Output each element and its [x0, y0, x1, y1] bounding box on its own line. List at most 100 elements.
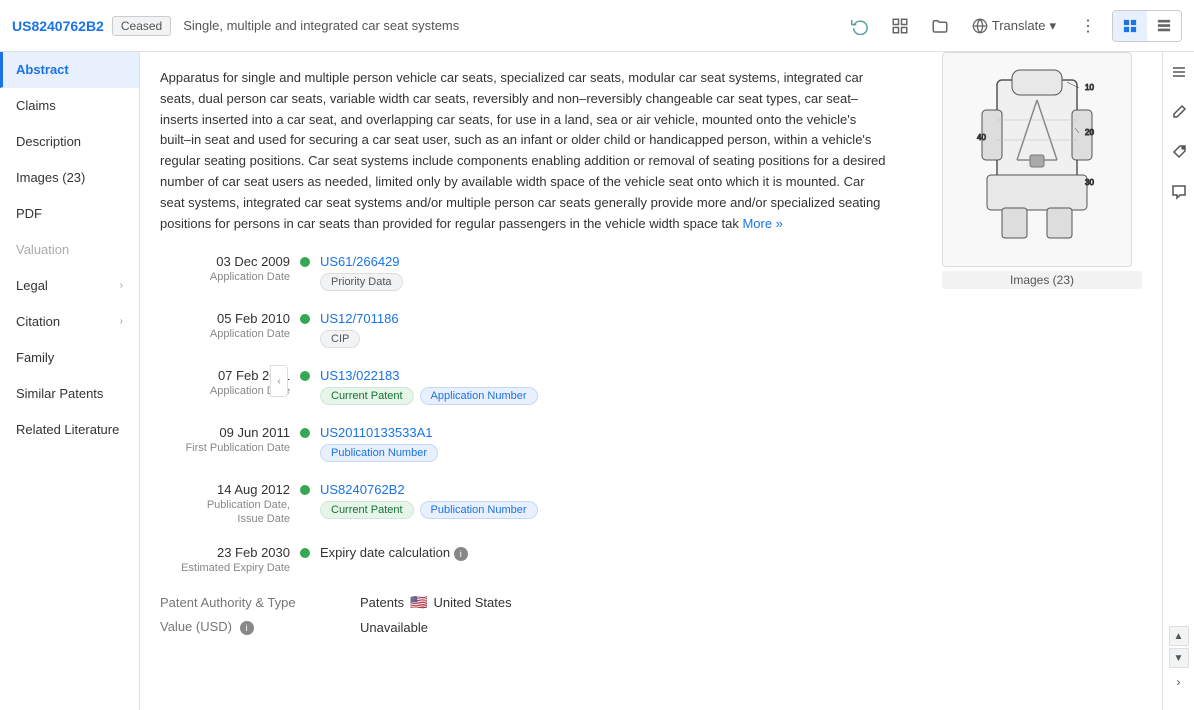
grid-view-button[interactable] — [1113, 11, 1147, 41]
authority-value: Patents 🇺🇸 United States — [360, 594, 512, 611]
timeline-content: US8240762B2 Current Patent Publication N… — [320, 482, 1142, 519]
legal-chevron: › — [120, 280, 123, 291]
timeline-dot — [300, 257, 310, 267]
tag-current-patent: Current Patent — [320, 387, 414, 405]
timeline-label: Application Date — [160, 271, 290, 283]
patent-link-us2011[interactable]: US20110133533A1 — [320, 425, 1142, 440]
sidebar-tag-icon[interactable] — [1167, 140, 1191, 164]
tags: CIP — [320, 330, 1142, 348]
patent-link-us12[interactable]: US12/701186 — [320, 311, 1142, 326]
patent-image[interactable]: 10 20 30 40 — [942, 52, 1132, 267]
timeline-dot — [300, 548, 310, 558]
folder-button[interactable] — [924, 10, 956, 42]
tag-publication-number-2: Publication Number — [420, 501, 538, 519]
scroll-up-button[interactable]: ▲ — [1169, 626, 1189, 646]
timeline-date-col: 14 Aug 2012 Publication Date, Issue Date — [160, 482, 290, 525]
tag-cip: CIP — [320, 330, 360, 348]
sidebar-item-similar-patents[interactable]: Similar Patents — [0, 376, 139, 412]
patent-title: Single, multiple and integrated car seat… — [183, 18, 844, 33]
svg-text:20: 20 — [1085, 128, 1094, 137]
list-view-button[interactable] — [1147, 11, 1181, 41]
header-actions: Translate ▾ ⋮ — [844, 10, 1182, 42]
timeline-date-col: 09 Jun 2011 First Publication Date — [160, 425, 290, 454]
country-name: United States — [434, 595, 512, 610]
main-content: Apparatus for single and multiple person… — [140, 52, 1162, 710]
timeline-date: 23 Feb 2030 — [160, 545, 290, 560]
expiry-label: Expiry date calculation — [320, 545, 450, 560]
timeline-content: US20110133533A1 Publication Number — [320, 425, 1142, 462]
right-sidebar: ▲ ▼ › — [1162, 52, 1194, 710]
timeline-date-col: 03 Dec 2009 Application Date — [160, 254, 290, 283]
collapse-right-button[interactable]: › — [1167, 670, 1191, 694]
timeline-row: 03 Dec 2009 Application Date US61/266429… — [160, 254, 1142, 291]
tag-publication-number-1: Publication Number — [320, 444, 438, 462]
sidebar-item-related-literature[interactable]: Related Literature — [0, 412, 139, 448]
grid-button[interactable] — [884, 10, 916, 42]
status-badge: Ceased — [112, 16, 171, 36]
collapse-sidebar-button[interactable]: ‹ — [270, 365, 288, 397]
sidebar-item-family[interactable]: Family — [0, 340, 139, 376]
timeline-content-expiry: Expiry date calculation i — [320, 545, 1142, 561]
citation-chevron: › — [120, 316, 123, 327]
value-row: Value (USD) i Unavailable — [160, 619, 1142, 635]
sidebar-item-abstract[interactable]: Abstract — [0, 52, 139, 88]
patent-id[interactable]: US8240762B2 — [12, 18, 104, 34]
sidebar-list-icon[interactable] — [1167, 60, 1191, 84]
more-link[interactable]: More » — [742, 216, 782, 231]
timeline-dot-col — [290, 545, 320, 558]
timeline-date: 03 Dec 2009 — [160, 254, 290, 269]
translate-button[interactable]: Translate ▾ — [964, 14, 1064, 38]
sidebar-item-legal[interactable]: Legal › — [0, 268, 139, 304]
value-label: Value (USD) i — [160, 619, 360, 635]
timeline-dot — [300, 485, 310, 495]
timeline-content: US61/266429 Priority Data — [320, 254, 1142, 291]
sidebar-item-images[interactable]: Images (23) — [0, 160, 139, 196]
timeline-date: 05 Feb 2010 — [160, 311, 290, 326]
expiry-info-icon[interactable]: i — [454, 547, 468, 561]
timeline-label: Application Date — [160, 328, 290, 340]
value-info-icon[interactable]: i — [240, 621, 254, 635]
refresh-button[interactable] — [844, 10, 876, 42]
translate-label: Translate — [992, 18, 1046, 33]
timeline-date: 14 Aug 2012 — [160, 482, 290, 497]
patent-link-us61[interactable]: US61/266429 — [320, 254, 1142, 269]
tags: Current Patent Application Number — [320, 387, 1142, 405]
authority-text: Patents — [360, 595, 404, 610]
sidebar-chat-icon[interactable] — [1167, 180, 1191, 204]
timeline-row: 14 Aug 2012 Publication Date, Issue Date… — [160, 482, 1142, 525]
sidebar-item-valuation: Valuation — [0, 232, 139, 268]
timeline-dot-col — [290, 425, 320, 438]
timeline-label: First Publication Date — [160, 442, 290, 454]
sidebar-edit-icon[interactable] — [1167, 100, 1191, 124]
value-text: Unavailable — [360, 620, 428, 635]
timeline-row: 09 Jun 2011 First Publication Date US201… — [160, 425, 1142, 462]
patent-link-us13[interactable]: US13/022183 — [320, 368, 1142, 383]
tags: Current Patent Publication Number — [320, 501, 1142, 519]
layout: Abstract Claims Description Images (23) … — [0, 52, 1194, 710]
country-flag: 🇺🇸 — [410, 594, 427, 611]
bottom-info: Patent Authority & Type Patents 🇺🇸 Unite… — [160, 594, 1142, 635]
sidebar-item-citation[interactable]: Citation › — [0, 304, 139, 340]
authority-row: Patent Authority & Type Patents 🇺🇸 Unite… — [160, 594, 1142, 611]
svg-text:10: 10 — [1085, 83, 1094, 92]
timeline-label: Publication Date, — [160, 499, 290, 511]
sidebar-item-pdf[interactable]: PDF — [0, 196, 139, 232]
translate-chevron: ▾ — [1049, 18, 1056, 34]
authority-label: Patent Authority & Type — [160, 595, 360, 610]
more-button[interactable]: ⋮ — [1072, 10, 1104, 42]
sidebar-item-description[interactable]: Description — [0, 124, 139, 160]
sidebar: Abstract Claims Description Images (23) … — [0, 52, 140, 710]
view-toggle — [1112, 10, 1182, 42]
sidebar-item-claims[interactable]: Claims — [0, 88, 139, 124]
timeline-row: 23 Feb 2030 Estimated Expiry Date Expiry… — [160, 545, 1142, 574]
timeline-dot — [300, 371, 310, 381]
patent-link-us8240[interactable]: US8240762B2 — [320, 482, 1142, 497]
timeline-content: US13/022183 Current Patent Application N… — [320, 368, 1142, 405]
tag-application-number: Application Number — [420, 387, 538, 405]
timeline-dot — [300, 314, 310, 324]
scroll-down-button[interactable]: ▼ — [1169, 648, 1189, 668]
svg-text:40: 40 — [977, 133, 986, 142]
timeline-row: 05 Feb 2010 Application Date US12/701186… — [160, 311, 1142, 348]
header: US8240762B2 Ceased Single, multiple and … — [0, 0, 1194, 52]
timeline: 03 Dec 2009 Application Date US61/266429… — [160, 254, 1142, 574]
